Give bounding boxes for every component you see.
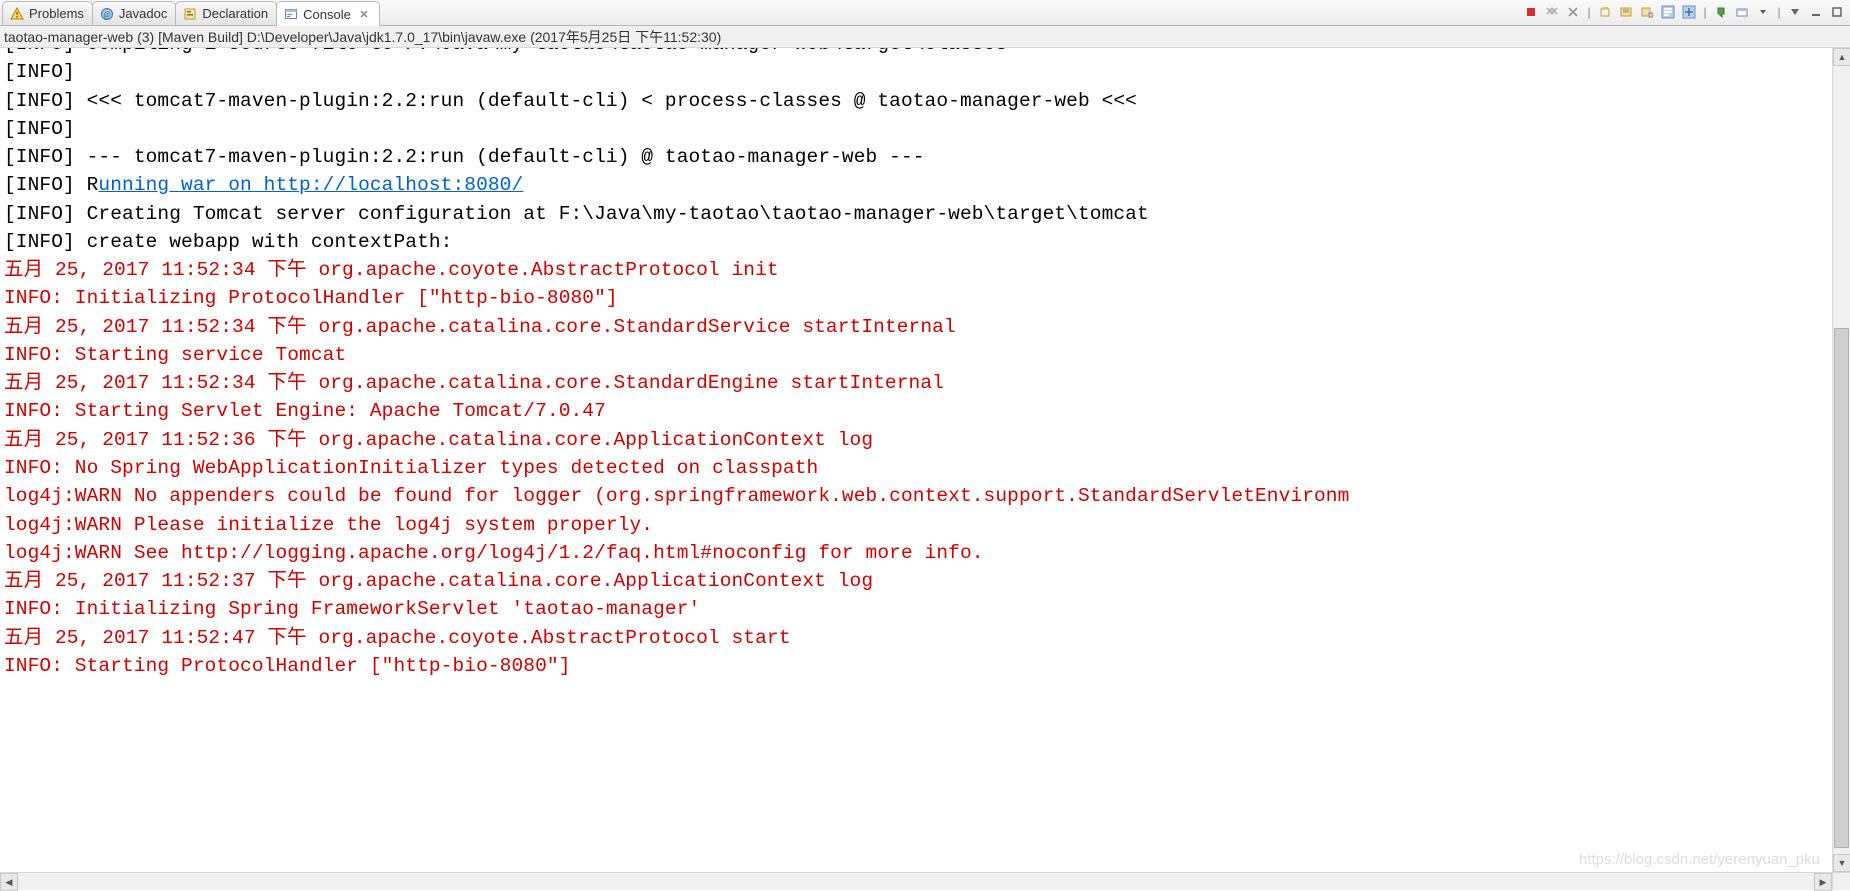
vertical-scrollbar[interactable]: ▲ ▼ — [1832, 48, 1850, 872]
tab-label: Console — [303, 7, 351, 22]
javadoc-icon: @ — [99, 6, 115, 22]
tab-declaration[interactable]: Declaration — [175, 1, 277, 25]
view-menu-icon[interactable] — [1786, 3, 1804, 21]
toolbar-separator: | — [1701, 3, 1709, 21]
console-text[interactable]: [INFO] Compiling 1 source file to F:\Jav… — [0, 48, 1850, 680]
dropdown-arrow-icon[interactable] — [1754, 3, 1772, 21]
declaration-icon — [182, 6, 198, 22]
console-toolbar: | | | — [1522, 3, 1846, 21]
maximize-icon[interactable] — [1828, 3, 1846, 21]
launch-description-text: taotao-manager-web (3) [Maven Build] D:\… — [4, 27, 721, 47]
clear-console-icon[interactable] — [1617, 3, 1635, 21]
scroll-up-icon[interactable]: ▲ — [1833, 48, 1850, 66]
open-console-icon[interactable] — [1733, 3, 1751, 21]
scroll-down-icon[interactable]: ▼ — [1833, 854, 1850, 872]
toolbar-separator: | — [1775, 3, 1783, 21]
minimize-icon[interactable] — [1807, 3, 1825, 21]
console-output-area: [INFO] Compiling 1 source file to F:\Jav… — [0, 48, 1850, 872]
display-selected-icon[interactable] — [1712, 3, 1730, 21]
close-icon[interactable] — [357, 7, 371, 21]
warning-icon — [9, 6, 25, 22]
pin-console-icon[interactable] — [1680, 3, 1698, 21]
word-wrap-icon[interactable] — [1659, 3, 1677, 21]
tab-label: Declaration — [202, 6, 268, 21]
tab-problems[interactable]: Problems — [2, 1, 93, 25]
svg-text:@: @ — [103, 10, 110, 19]
console-icon — [283, 6, 299, 22]
remove-all-icon[interactable] — [1596, 3, 1614, 21]
tab-label: Javadoc — [119, 6, 167, 21]
terminate-all-icon[interactable] — [1543, 3, 1561, 21]
scroll-right-icon[interactable]: ▶ — [1814, 873, 1832, 891]
scroll-thumb[interactable] — [1834, 328, 1849, 848]
launch-description: taotao-manager-web (3) [Maven Build] D:\… — [0, 26, 1850, 48]
tab-console[interactable]: Console — [276, 1, 380, 26]
scroll-corner — [1832, 872, 1850, 890]
remove-launch-icon[interactable] — [1564, 3, 1582, 21]
view-tab-bar: Problems @ Javadoc Declaration Console — [0, 0, 1850, 26]
terminate-icon[interactable] — [1522, 3, 1540, 21]
scroll-lock-icon[interactable] — [1638, 3, 1656, 21]
tab-javadoc[interactable]: @ Javadoc — [92, 1, 176, 25]
horizontal-scrollbar[interactable]: ◀ ▶ — [0, 872, 1832, 890]
tab-label: Problems — [29, 6, 84, 21]
scroll-left-icon[interactable]: ◀ — [0, 873, 18, 891]
toolbar-separator: | — [1585, 3, 1593, 21]
